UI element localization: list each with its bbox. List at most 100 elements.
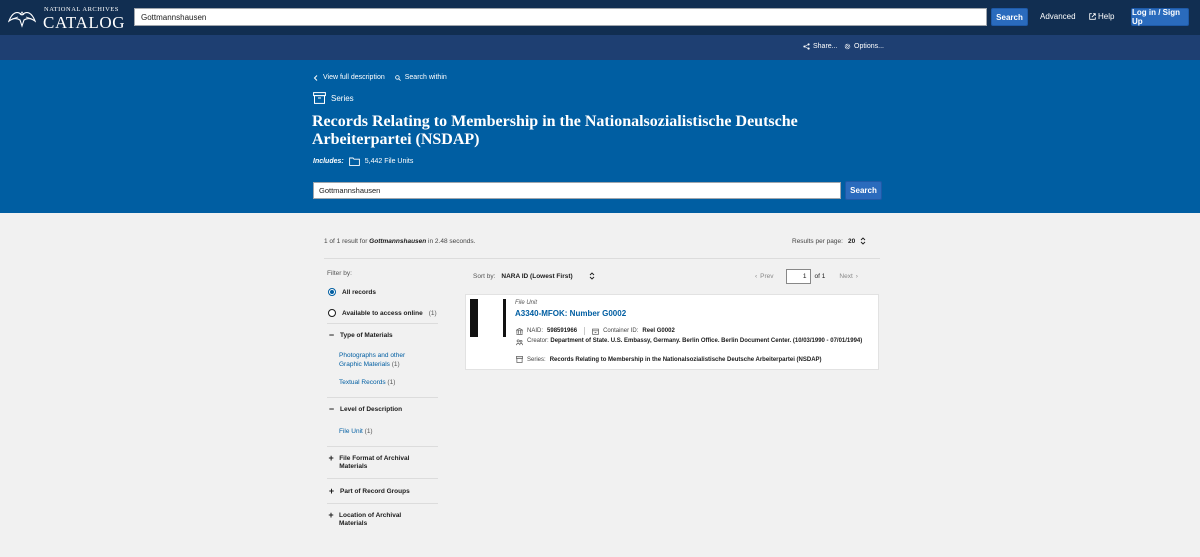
help-link[interactable]: Help: [1089, 12, 1114, 21]
filter-heading: Location of Archival Materials: [339, 512, 402, 527]
page-total: of 1: [814, 273, 826, 280]
available-online-count: (1): [428, 309, 437, 317]
filter-by-label: Filter by:: [327, 270, 352, 277]
results-per-page[interactable]: Results per page: 20: [792, 237, 866, 245]
per-page-value: 20: [847, 237, 856, 245]
result-count-prefix: 1 of 1 result for: [324, 238, 368, 245]
top-search-button[interactable]: Search: [991, 8, 1028, 26]
per-page-label: Results per page:: [792, 237, 843, 245]
filter-item-photographs[interactable]: Photographs and other Graphic Materials …: [339, 352, 427, 369]
filter-heading: Level of Description: [340, 406, 403, 413]
options-label: Options...: [854, 43, 884, 50]
minus-icon: −: [328, 330, 335, 340]
divider: [327, 478, 438, 479]
filter-item-count: (1): [391, 360, 400, 368]
search-within-input[interactable]: [313, 182, 841, 199]
level-label: Series: [331, 93, 354, 103]
result-ids: NAID: 598591966 Container ID: Reel G0002: [516, 327, 675, 335]
utility-bar: Share... Options...: [0, 35, 1200, 60]
share-icon: [803, 43, 810, 50]
view-full-description-link[interactable]: View full description: [313, 74, 385, 81]
naid-value: 598591966: [547, 328, 578, 334]
prev-label: Prev: [760, 273, 774, 280]
search-within-link[interactable]: Search within: [394, 74, 447, 81]
chevron-right-icon: ›: [855, 273, 858, 280]
plus-icon: +: [328, 453, 334, 463]
filter-all-records[interactable]: All records: [328, 288, 376, 296]
page-number-input[interactable]: 1: [785, 269, 811, 284]
filter-heading: Type of Materials: [340, 332, 393, 339]
options-button[interactable]: Options...: [844, 43, 884, 50]
result-count: 1 of 1 result for Gottmannshausen in 2.4…: [324, 238, 475, 245]
filter-item-count: (1): [364, 428, 373, 435]
filter-level-of-description-toggle[interactable]: − Level of Description: [328, 404, 403, 414]
series-value[interactable]: Records Relating to Membership in the Na…: [550, 357, 822, 363]
filter-type-of-materials-toggle[interactable]: − Type of Materials: [328, 330, 393, 340]
series-label: Series:: [527, 356, 546, 363]
gear-icon: [844, 43, 851, 50]
top-header: NATIONAL ARCHIVES CATALOG Search Advance…: [0, 0, 1200, 35]
people-icon: [516, 339, 523, 346]
filter-location-toggle[interactable]: + Location of Archival Materials: [328, 511, 418, 527]
minus-icon: −: [328, 404, 335, 414]
pagination: ‹ Prev 1 of 1 Next ›: [755, 269, 858, 284]
filter-item-count: (1): [387, 379, 396, 386]
eagle-logo-icon: [8, 11, 36, 28]
plus-icon: +: [328, 486, 335, 496]
result-series: Series: Records Relating to Membership i…: [516, 356, 822, 363]
external-link-icon: [1089, 13, 1096, 20]
result-card[interactable]: File Unit A3340-MFOK: Number G0002 NAID:…: [465, 294, 879, 370]
prev-page-button[interactable]: ‹ Prev: [755, 273, 774, 280]
share-label: Share...: [813, 43, 838, 50]
next-page-button[interactable]: Next ›: [839, 273, 858, 280]
includes-summary: Includes: 5,442 File Units: [313, 157, 413, 166]
filter-item-textual-records[interactable]: Textual Records (1): [339, 379, 395, 388]
filter-file-format-toggle[interactable]: + File Format of Archival Materials: [328, 453, 428, 470]
archive-box-icon: [313, 92, 326, 104]
next-label: Next: [839, 273, 853, 280]
folder-icon: [348, 157, 360, 166]
sort-select[interactable]: Sort by: NARA ID (Lowest First): [473, 272, 595, 280]
divider: [324, 258, 880, 259]
container-label: Container ID:: [603, 328, 639, 334]
share-button[interactable]: Share...: [803, 43, 838, 50]
all-records-label: All records: [342, 288, 376, 296]
catalog-logo[interactable]: NATIONAL ARCHIVES CATALOG: [8, 5, 125, 32]
chevron-left-icon: [313, 74, 318, 81]
building-icon: [516, 327, 523, 335]
divider: [584, 327, 586, 335]
divider: [327, 446, 438, 447]
breadcrumb: View full description Search within: [313, 74, 447, 81]
filter-record-groups-toggle[interactable]: + Part of Record Groups: [328, 486, 410, 496]
container-icon: [592, 328, 599, 335]
divider: [327, 397, 438, 398]
result-thumbnail[interactable]: [470, 299, 506, 337]
filter-heading: Part of Record Groups: [340, 488, 410, 495]
help-label: Help: [1098, 12, 1115, 21]
chevron-left-icon: ‹: [755, 273, 758, 280]
available-online-label: Available to access online: [342, 309, 423, 317]
filter-heading: File Format of Archival Materials: [339, 455, 410, 470]
result-title-link[interactable]: A3340-MFOK: Number G0002: [515, 309, 626, 318]
filter-available-online[interactable]: Available to access online (1): [328, 309, 437, 317]
creator-value: Department of State. U.S. Embassy, Germa…: [550, 338, 863, 344]
result-creator: Creator: Department of State. U.S. Embas…: [516, 338, 866, 346]
archive-box-icon: [516, 356, 523, 363]
sort-value: NARA ID (Lowest First): [501, 272, 573, 280]
advanced-search-link[interactable]: Advanced: [1040, 12, 1076, 21]
login-button[interactable]: Log in / Sign Up: [1131, 8, 1189, 26]
filter-item-file-unit[interactable]: File Unit (1): [339, 428, 373, 437]
sort-label: Sort by:: [473, 272, 496, 280]
view-full-description-label: View full description: [323, 74, 385, 81]
includes-value[interactable]: 5,442 File Units: [365, 158, 414, 165]
logo-national-archives-text: NATIONAL ARCHIVES: [44, 6, 119, 13]
thumbnail-film-edge: [503, 299, 506, 337]
thumbnail-film-edge: [470, 299, 478, 337]
container-value: Reel G0002: [642, 328, 675, 334]
filter-item-label: File Unit: [339, 428, 363, 435]
search-within-button[interactable]: Search: [845, 181, 882, 200]
divider: [327, 503, 438, 504]
result-level: File Unit: [515, 300, 538, 306]
logo-catalog-text: CATALOG: [43, 13, 126, 32]
top-search-input[interactable]: [134, 8, 987, 26]
